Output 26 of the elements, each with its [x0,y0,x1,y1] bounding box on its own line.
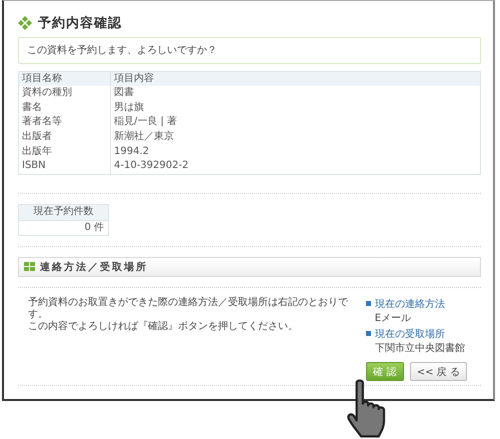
contact-label: 現在の連絡方法 [374,298,445,311]
column-header: 項目内容 [110,72,480,86]
table-cell: 出版年 [18,144,110,159]
table-cell: 資料の種別 [18,86,110,101]
table-cell: 書名 [18,100,110,116]
table-cell: 稲見/一良 | 著 [110,115,480,130]
contact-value: 下関市立中央図書館 [374,342,466,356]
table-cell: 出版者 [18,130,110,144]
count-value: 0 件 [18,220,109,236]
section-title: 連絡方法／受取場所 [40,260,148,274]
table-cell: 著者名等 [18,115,110,130]
table-cell: 男は旗 [110,100,480,116]
contact-value: Eメール [374,312,412,326]
page-title: 予約内容確認 [38,14,122,32]
contact-label: 現在の受取場所 [374,328,445,341]
confirmation-message: この資料を予約します、よろしいですか？ [18,37,481,64]
count-header: 現在予約件数 [18,204,109,221]
instruction-text: 予約資料のお取置きができた際の連絡方法／受取場所は右記のとおりです。 [28,296,349,320]
table-cell: 図書 [110,86,480,101]
table-cell: 4-10-392902-2 [110,158,480,174]
instruction-text: この内容でよろしければ『確認』ボタンを押してください。 [28,320,299,333]
column-header: 項目名称 [18,72,110,86]
table-cell: 1994.2 [110,144,480,159]
table-cell: ISBN [18,158,110,174]
back-button[interactable]: << 戻 る [410,362,467,382]
table-cell: 新潮社／東京 [110,130,480,144]
